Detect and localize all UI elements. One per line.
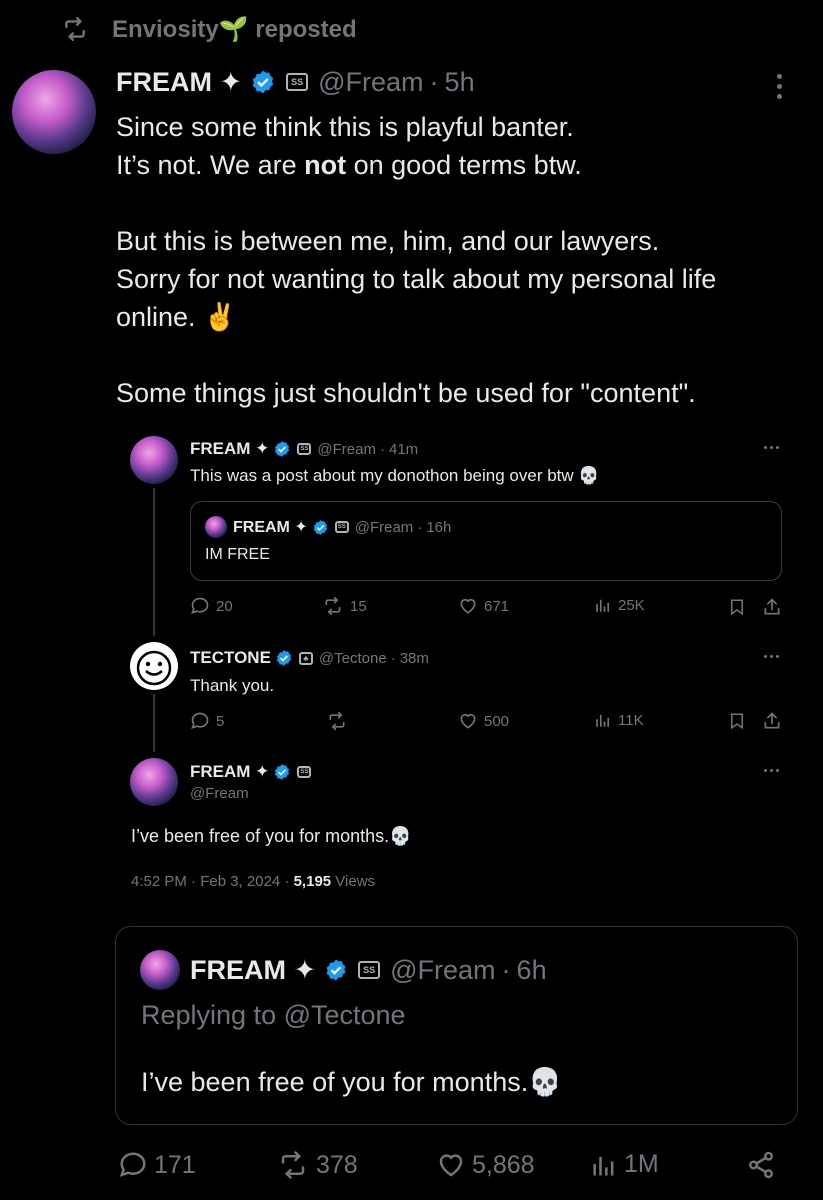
repost-button[interactable]: 378 [276, 1150, 358, 1180]
more-options-icon[interactable] [764, 655, 779, 658]
more-options-icon[interactable] [777, 74, 782, 99]
more-options-icon[interactable] [764, 446, 779, 449]
quoted-text: IM FREE [205, 546, 270, 563]
repost-icon [60, 16, 90, 42]
verified-badge-icon [273, 440, 291, 458]
quote-text: I’ve been free of you for months.💀 [141, 1067, 562, 1097]
like-count: 5,868 [472, 1150, 535, 1179]
post-time: 6h [516, 954, 547, 985]
post-timestamp: 4:52 PM · Feb 3, 2024 · 5,195 Views [131, 873, 375, 890]
reply-count: 20 [216, 597, 233, 615]
verified-badge-icon [324, 958, 348, 982]
verified-badge-icon [312, 519, 329, 536]
repost-button[interactable]: 15 [322, 596, 367, 616]
share-icon[interactable] [762, 711, 782, 731]
post-line: Sorry for not wanting to talk about my p… [116, 264, 717, 294]
verified-badge-icon [275, 649, 293, 667]
author-name[interactable]: TECTONE [190, 648, 271, 668]
like-count: 500 [484, 712, 510, 730]
avatar[interactable] [130, 436, 178, 484]
views-button[interactable]: 25K [594, 596, 645, 614]
repost-label: Enviosity🌱 reposted [112, 15, 357, 43]
author-handle: @Fream [390, 954, 496, 985]
share-icon[interactable] [762, 597, 782, 617]
like-count: 671 [484, 597, 510, 615]
post-time[interactable]: 41m [389, 441, 418, 458]
post-line: Some things just shouldn't be used for "… [116, 378, 696, 408]
author-handle[interactable]: @Fream [317, 441, 376, 458]
author-name[interactable]: FREAM ✦ [190, 439, 269, 459]
repost-button[interactable] [326, 711, 354, 731]
post-line: online. ✌️ [116, 302, 237, 332]
post-text: I’ve been free of you for months.💀 [131, 826, 412, 846]
views-button[interactable]: 1M [590, 1150, 659, 1179]
author-name[interactable]: FREAM ✦ [116, 67, 242, 98]
post-time[interactable]: 5h [445, 67, 475, 98]
views-count: 1M [624, 1150, 659, 1178]
affiliate-badge-icon[interactable]: SS [286, 73, 309, 91]
post-header: FREAM ✦ SS [190, 761, 312, 783]
post-header: FREAM ✦ SS @Fream · 16h [233, 518, 452, 537]
repost-count: 378 [316, 1150, 358, 1179]
post-line: Since some think this is playful banter. [116, 112, 574, 142]
post-time[interactable]: 38m [400, 650, 429, 667]
like-button[interactable]: 5,868 [436, 1150, 535, 1180]
author-handle[interactable]: @Fream [318, 67, 423, 98]
affiliate-badge-icon: ♣ [298, 651, 313, 665]
quoted-post[interactable] [190, 501, 782, 581]
views-number: 5,195 [293, 873, 332, 890]
like-button[interactable]: 671 [458, 596, 509, 616]
verified-badge-icon [273, 763, 291, 781]
share-icon[interactable] [746, 1150, 776, 1180]
reply-button[interactable]: 171 [118, 1150, 196, 1180]
avatar [205, 516, 227, 538]
views-button[interactable]: 11K [594, 711, 644, 729]
bookmark-icon[interactable] [728, 597, 746, 617]
author-handle: @Fream [354, 518, 414, 536]
reply-count: 171 [154, 1150, 196, 1179]
affiliate-badge-icon: SS [297, 766, 312, 778]
timestamp-text: 4:52 PM · Feb 3, 2024 · [131, 873, 294, 890]
avatar[interactable] [12, 70, 96, 154]
post-text: Thank you. [190, 676, 275, 695]
post-text: Since some think this is playful banter.… [116, 108, 806, 412]
post-line: It’s not. We are not on good terms btw. [116, 150, 582, 180]
post-header: TECTONE ♣ @Tectone · 38m [190, 648, 429, 668]
avatar[interactable] [130, 758, 178, 806]
reply-count: 5 [216, 712, 225, 730]
reply-button[interactable]: 5 [190, 711, 224, 731]
author-name: FREAM ✦ [190, 954, 317, 985]
more-options-icon[interactable] [764, 769, 779, 772]
avatar[interactable] [130, 642, 178, 690]
author-handle[interactable]: @Fream [190, 785, 249, 802]
views-count: 11K [618, 711, 644, 729]
author-name[interactable]: FREAM ✦ [190, 762, 269, 782]
avatar [140, 950, 180, 990]
repost-count: 15 [350, 597, 367, 615]
bookmark-icon[interactable] [728, 711, 746, 731]
affiliate-badge-icon: SS [297, 443, 312, 455]
author-handle[interactable]: @Tectone [319, 650, 387, 667]
post-text: This was a post about my donothon being … [190, 466, 600, 485]
verified-badge-icon[interactable] [250, 69, 276, 95]
post-line: But this is between me, him, and our law… [116, 226, 660, 256]
post-time: 16h [426, 518, 452, 536]
affiliate-badge-icon: SS [358, 961, 381, 979]
replying-to: Replying to @Tectone [141, 1000, 406, 1030]
repost-header[interactable]: Enviosity🌱 reposted [60, 14, 357, 44]
thread-line [153, 488, 155, 636]
like-button[interactable]: 500 [458, 711, 509, 731]
post-header: FREAM ✦ SS @Fream · 6h [190, 954, 547, 985]
reply-button[interactable]: 20 [190, 596, 233, 616]
views-label: Views [331, 873, 376, 890]
affiliate-badge-icon: SS [334, 521, 349, 533]
post-header: FREAM ✦ SS @Fream · 5h [116, 66, 475, 98]
thread-line [153, 694, 155, 752]
views-count: 25K [618, 596, 645, 614]
post-header: FREAM ✦ SS @Fream · 41m [190, 439, 419, 459]
author-name: FREAM ✦ [233, 519, 308, 536]
